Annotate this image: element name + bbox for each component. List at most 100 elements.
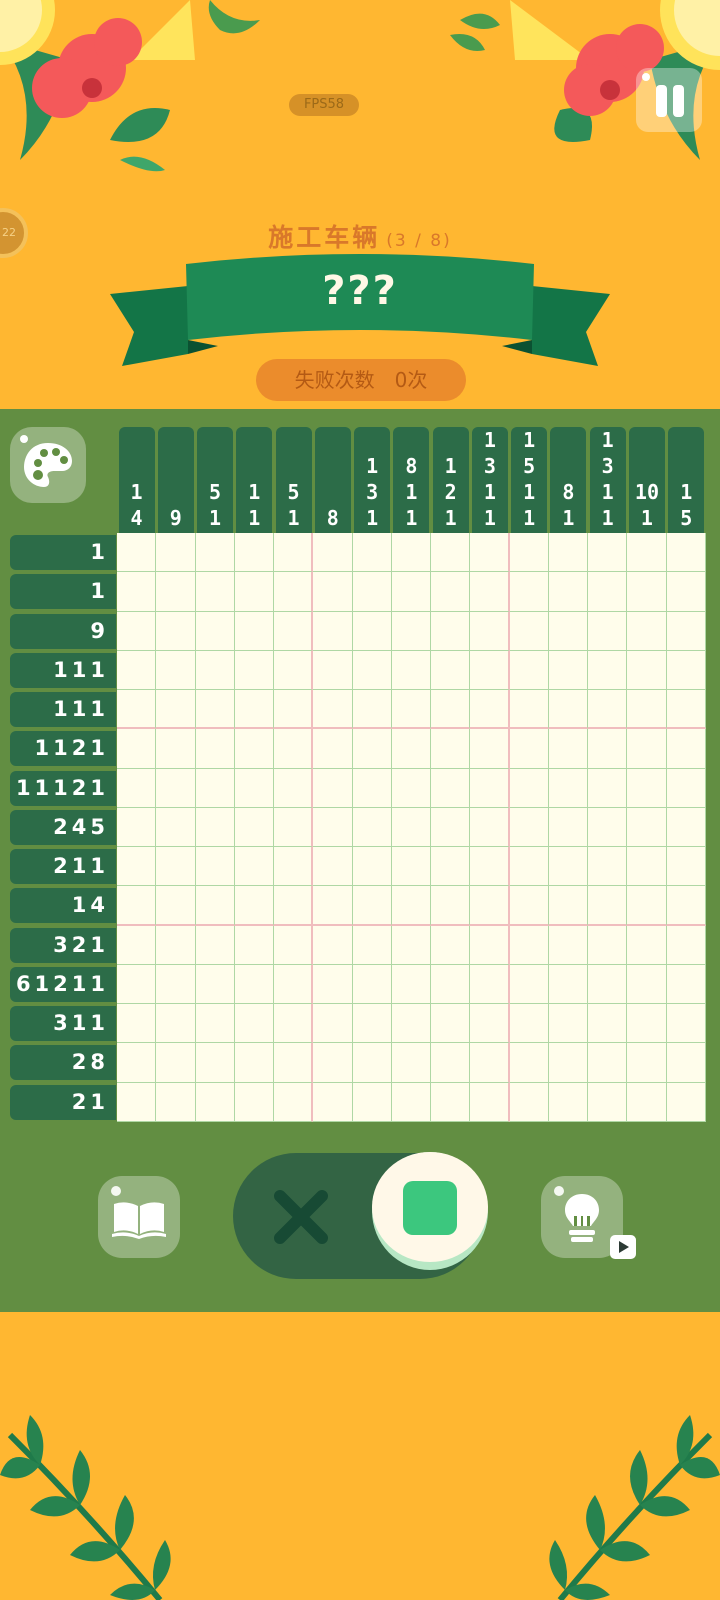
grid-cell[interactable]: [352, 690, 392, 730]
grid-cell[interactable]: [352, 729, 392, 769]
grid-cell[interactable]: [234, 611, 275, 651]
grid-cell[interactable]: [548, 925, 589, 965]
grid-cell[interactable]: [666, 886, 706, 926]
grid-cell[interactable]: [548, 847, 589, 887]
grid-cell[interactable]: [313, 768, 353, 808]
grid-cell[interactable]: [234, 807, 275, 848]
grid-cell[interactable]: [666, 847, 706, 887]
grid-cell[interactable]: [156, 650, 196, 691]
grid-cell[interactable]: [274, 533, 314, 573]
grid-cell[interactable]: [156, 611, 196, 651]
book-button[interactable]: [98, 1176, 180, 1258]
grid-cell[interactable]: [391, 768, 432, 808]
grid-cell[interactable]: [431, 729, 471, 769]
grid-cell[interactable]: [666, 611, 706, 651]
grid-cell[interactable]: [195, 847, 235, 887]
grid-cell[interactable]: [195, 807, 235, 848]
grid-cell[interactable]: [666, 533, 706, 573]
grid-cell[interactable]: [509, 964, 549, 1005]
grid-cell[interactable]: [470, 729, 510, 769]
grid-cell[interactable]: [234, 1082, 275, 1122]
grid-cell[interactable]: [470, 1004, 510, 1044]
grid-cell[interactable]: [156, 847, 196, 887]
grid-cell[interactable]: [627, 768, 667, 808]
grid-cell[interactable]: [431, 1082, 471, 1122]
grid-cell[interactable]: [588, 572, 628, 612]
grid-cell[interactable]: [234, 1004, 275, 1044]
grid-cell[interactable]: [391, 964, 432, 1005]
grid-cell[interactable]: [588, 611, 628, 651]
grid-cell[interactable]: [195, 690, 235, 730]
grid-cell[interactable]: [117, 729, 157, 769]
grid-cell[interactable]: [509, 807, 549, 848]
grid-cell[interactable]: [470, 650, 510, 691]
grid-cell[interactable]: [391, 886, 432, 926]
grid-cell[interactable]: [509, 729, 549, 769]
grid-cell[interactable]: [470, 886, 510, 926]
grid-cell[interactable]: [666, 650, 706, 691]
grid-cell[interactable]: [234, 572, 275, 612]
grid-cell[interactable]: [117, 768, 157, 808]
grid-cell[interactable]: [117, 650, 157, 691]
grid-cell[interactable]: [548, 964, 589, 1005]
grid-cell[interactable]: [431, 925, 471, 965]
grid-cell[interactable]: [117, 1043, 157, 1083]
grid-cell[interactable]: [234, 964, 275, 1005]
grid-cell[interactable]: [195, 650, 235, 691]
grid-cell[interactable]: [666, 1043, 706, 1083]
grid-cell[interactable]: [274, 925, 314, 965]
grid-cell[interactable]: [509, 1004, 549, 1044]
grid-cell[interactable]: [274, 1043, 314, 1083]
grid-cell[interactable]: [234, 650, 275, 691]
grid-cell[interactable]: [627, 611, 667, 651]
grid-cell[interactable]: [274, 847, 314, 887]
grid-cell[interactable]: [391, 533, 432, 573]
grid-cell[interactable]: [313, 611, 353, 651]
grid-cell[interactable]: [313, 572, 353, 612]
grid-cell[interactable]: [431, 768, 471, 808]
grid-cell[interactable]: [588, 690, 628, 730]
grid-cell[interactable]: [313, 964, 353, 1005]
grid-cell[interactable]: [234, 925, 275, 965]
grid-cell[interactable]: [548, 650, 589, 691]
grid-cell[interactable]: [195, 1004, 235, 1044]
grid-cell[interactable]: [509, 1043, 549, 1083]
grid-cell[interactable]: [470, 611, 510, 651]
grid-cell[interactable]: [156, 1082, 196, 1122]
grid-cell[interactable]: [391, 1004, 432, 1044]
grid-cell[interactable]: [509, 533, 549, 573]
grid-cell[interactable]: [627, 925, 667, 965]
grid-cell[interactable]: [391, 1082, 432, 1122]
grid-cell[interactable]: [313, 1004, 353, 1044]
grid-cell[interactable]: [352, 1004, 392, 1044]
grid-cell[interactable]: [391, 847, 432, 887]
grid-cell[interactable]: [313, 690, 353, 730]
grid-cell[interactable]: [588, 1004, 628, 1044]
grid-cell[interactable]: [548, 729, 589, 769]
grid-cell[interactable]: [548, 886, 589, 926]
grid-cell[interactable]: [195, 729, 235, 769]
grid-cell[interactable]: [195, 533, 235, 573]
grid-cell[interactable]: [274, 768, 314, 808]
grid-cell[interactable]: [548, 1004, 589, 1044]
grid-cell[interactable]: [588, 729, 628, 769]
grid-cell[interactable]: [548, 768, 589, 808]
grid-cell[interactable]: [509, 886, 549, 926]
grid-cell[interactable]: [156, 572, 196, 612]
grid-cell[interactable]: [627, 1004, 667, 1044]
grid-cell[interactable]: [627, 847, 667, 887]
grid-cell[interactable]: [666, 1004, 706, 1044]
grid-cell[interactable]: [274, 886, 314, 926]
grid-cell[interactable]: [234, 690, 275, 730]
grid-cell[interactable]: [352, 650, 392, 691]
grid-cell[interactable]: [156, 533, 196, 573]
grid-cell[interactable]: [509, 768, 549, 808]
grid-cell[interactable]: [274, 807, 314, 848]
grid-cell[interactable]: [117, 925, 157, 965]
grid-cell[interactable]: [195, 1043, 235, 1083]
grid-cell[interactable]: [431, 964, 471, 1005]
grid-cell[interactable]: [156, 886, 196, 926]
grid-cell[interactable]: [352, 572, 392, 612]
grid-cell[interactable]: [274, 690, 314, 730]
grid-cell[interactable]: [156, 1004, 196, 1044]
